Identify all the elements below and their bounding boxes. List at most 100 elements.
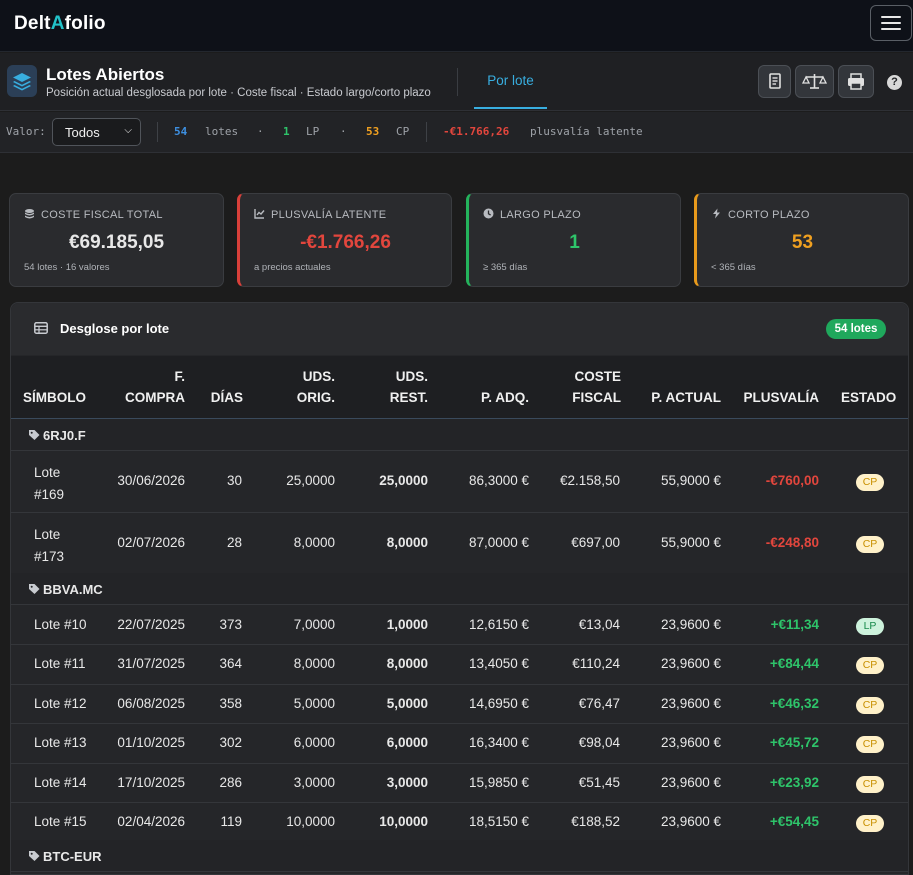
col-p-actual[interactable]: P. ACTUAL	[641, 387, 721, 408]
col-uds-orig[interactable]: UDS. ORIG.	[281, 366, 335, 408]
lot-id: Lote #10	[34, 617, 87, 632]
col-label-line: FISCAL	[572, 390, 621, 405]
lot-id: Lote #169	[34, 462, 64, 506]
symbol-name: 6RJ0.F	[43, 428, 86, 443]
term-status-badge: CP	[856, 474, 884, 491]
card-note: < 365 días	[711, 262, 756, 273]
menu-bar-icon	[881, 22, 901, 24]
units-original: 6,0000	[293, 735, 335, 750]
fiscal-cost: €697,00	[571, 535, 620, 550]
value-select[interactable]: Todos ⌵	[52, 118, 141, 146]
symbol-group-row: BBVA.MC	[11, 573, 908, 605]
scale-button[interactable]	[795, 65, 834, 98]
card-label: LARGO PLAZO	[500, 209, 581, 221]
purchase-date: 22/07/2025	[117, 617, 185, 632]
table-row[interactable]: Lote #169 30/06/2026 30 25,0000 25,0000 86,300…	[11, 451, 908, 513]
filter-bar: Valor: Todos ⌵ 54 lotes · 1 LP · 53 CP -€…	[0, 112, 913, 153]
col-coste-fiscal[interactable]: COSTE FISCAL	[556, 366, 621, 408]
days-held: 286	[219, 775, 242, 790]
col-simbolo[interactable]: SÍMBOLO	[23, 387, 86, 408]
cp-label: CP	[396, 125, 410, 138]
unrealized-gain: +€84,44	[769, 656, 819, 671]
units-original: 3,0000	[293, 775, 335, 790]
unrealized-gain: +€45,72	[769, 735, 819, 750]
acquisition-price: 18,5150 €	[468, 814, 529, 829]
unrealized-gain: +€23,92	[769, 775, 819, 790]
value-select-text: Todos	[65, 125, 100, 140]
coins-icon	[25, 209, 34, 219]
table-row[interactable]: Lote #10 22/07/2025 373 7,0000 1,0000 12,6150…	[11, 606, 908, 645]
top-navbar: DeltAfolio	[0, 0, 913, 52]
units-remaining: 10,0000	[379, 814, 428, 829]
table-row[interactable]: Lote #173 02/07/2026 28 8,0000 8,0000 87,0000 …	[11, 513, 908, 575]
units-original: 8,0000	[293, 656, 335, 671]
symbol-name: BTC-EUR	[43, 849, 102, 864]
days-held: 30	[226, 473, 242, 488]
acquisition-price: 12,6150 €	[468, 617, 529, 632]
page-header: Lotes Abiertos Posición actual desglosad…	[0, 53, 913, 111]
term-status-badge: LP	[856, 618, 884, 635]
help-icon[interactable]: ?	[887, 75, 902, 90]
table-header: SÍMBOLO F. COMPRA DÍAS UDS. ORIG. UDS. REST…	[11, 356, 908, 419]
card-label: COSTE FISCAL TOTAL	[41, 209, 163, 221]
lot-id-line: Lote	[34, 465, 61, 480]
tag-icon	[29, 430, 40, 440]
menu-toggle-button[interactable]	[870, 5, 912, 41]
term-status-badge: CP	[856, 536, 884, 553]
chart-line-icon	[254, 209, 265, 219]
purchase-date: 02/04/2026	[117, 814, 185, 829]
brand-logo[interactable]: DeltAfolio	[14, 13, 106, 35]
menu-bar-icon	[881, 16, 901, 18]
col-p-adq[interactable]: P. ADQ.	[466, 387, 529, 408]
header-divider	[457, 68, 458, 96]
lots-count-badge: 54 lotes	[826, 319, 886, 339]
purchase-date: 30/06/2026	[117, 473, 185, 488]
col-label-line: ORIG.	[296, 390, 335, 405]
card-note: 54 lotes · 16 valores	[24, 262, 110, 273]
col-label-line: REST.	[389, 390, 428, 405]
term-status-badge: CP	[856, 736, 884, 753]
receipt-button[interactable]	[758, 65, 791, 98]
current-price: 23,9600 €	[660, 814, 721, 829]
card-label: CORTO PLAZO	[728, 209, 810, 221]
lotes-count: 54	[174, 125, 188, 138]
purchase-date: 17/10/2025	[117, 775, 185, 790]
lot-id-line: #169	[34, 487, 65, 502]
card-value: 1	[569, 232, 580, 253]
unrealized-gain: +€11,34	[770, 617, 819, 632]
card-value: -€1.766,26	[300, 232, 391, 253]
current-price: 23,9600 €	[660, 735, 721, 750]
bolt-icon	[713, 208, 720, 219]
table-row[interactable]: Lote #11 31/07/2025 364 8,0000 8,0000 13,4050…	[11, 645, 908, 685]
table-row[interactable]: Lote #14 17/10/2025 286 3,0000 3,0000 15,9850…	[11, 764, 908, 803]
latent-label: plusvalía latente	[530, 125, 643, 138]
current-price: 23,9600 €	[660, 656, 721, 671]
tag-icon	[29, 584, 40, 594]
col-fecha-compra[interactable]: F. COMPRA	[124, 366, 185, 408]
col-uds-rest[interactable]: UDS. REST.	[373, 366, 428, 408]
lot-id-line: Lote	[34, 527, 61, 542]
card-largo-plazo: LARGO PLAZO 1 ≥ 365 días	[466, 193, 681, 287]
col-plusvalia[interactable]: PLUSVALÍA	[737, 387, 819, 408]
lot-id: Lote #13	[34, 735, 87, 750]
col-estado[interactable]: ESTADO	[841, 387, 896, 408]
brand-text-right: folio	[64, 13, 106, 34]
current-price: 23,9600 €	[660, 617, 721, 632]
receipt-icon	[769, 73, 781, 89]
table-row[interactable]: Lote #13 01/10/2025 302 6,0000 6,0000 16,3400…	[11, 724, 908, 764]
term-status-badge: CP	[856, 776, 884, 793]
units-remaining: 5,0000	[386, 696, 428, 711]
units-remaining: 25,0000	[379, 473, 428, 488]
table-row[interactable]: Lote #12 06/08/2025 358 5,0000 5,0000 14,6950…	[11, 685, 908, 724]
table-row[interactable]: Lote #15 02/04/2026 119 10,0000 10,0000 18,51…	[11, 803, 908, 843]
current-price: 55,9000 €	[660, 473, 721, 488]
lp-count: 1	[283, 125, 290, 138]
tab-por-lote[interactable]: Por lote	[474, 53, 547, 109]
days-held: 364	[219, 656, 242, 671]
lotes-label: lotes	[205, 125, 239, 138]
fiscal-cost: €110,24	[572, 656, 620, 671]
print-button[interactable]	[838, 65, 874, 98]
page-subtitle: Posición actual desglosada por lote · Co…	[46, 87, 431, 99]
lot-id: Lote #15	[34, 814, 87, 829]
col-dias[interactable]: DÍAS	[207, 387, 243, 408]
